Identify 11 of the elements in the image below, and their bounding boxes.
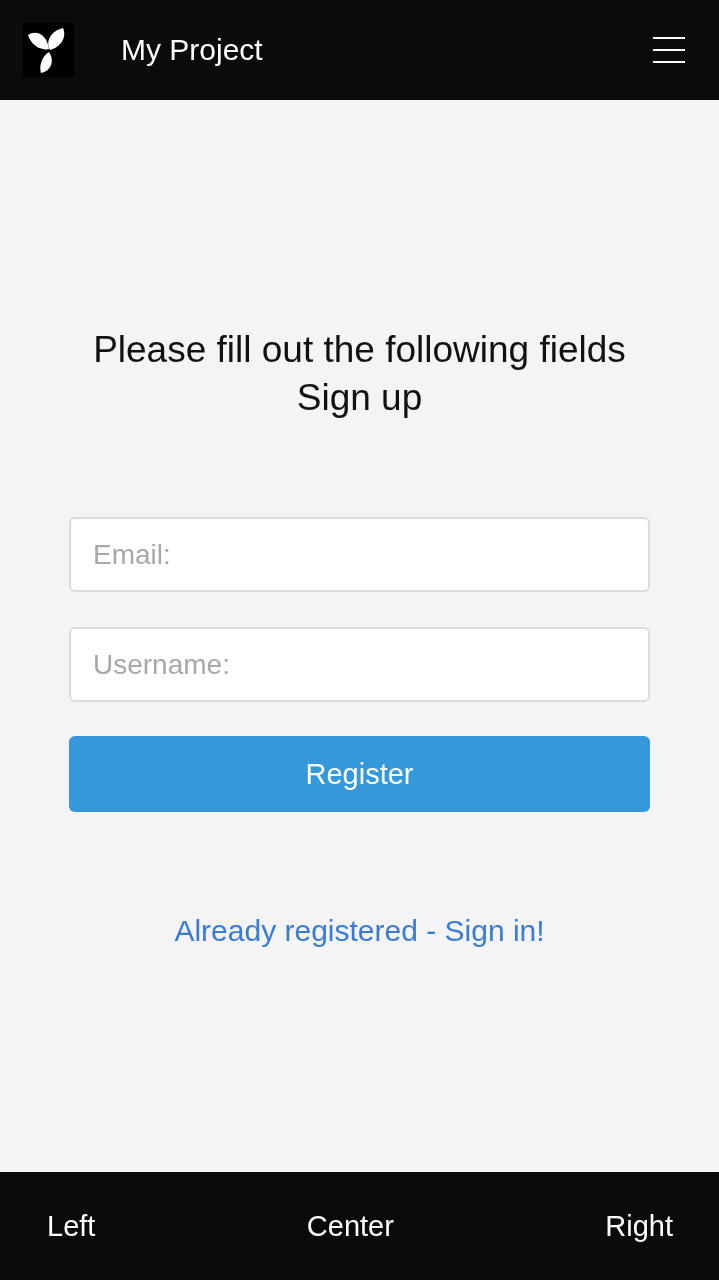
footer-link[interactable]: Right xyxy=(605,1209,673,1243)
app-title: My Project xyxy=(121,33,263,67)
input-field[interactable]: Username: xyxy=(69,627,650,702)
form-subheading: Sign up xyxy=(296,376,423,420)
input-field[interactable]: Email: xyxy=(69,517,650,592)
sign-in-link[interactable]: Already registered - Sign in! xyxy=(174,914,545,948)
footer-link[interactable]: Center xyxy=(306,1209,394,1243)
form-heading: Please fill out the following fields xyxy=(93,328,626,372)
leaf-logo-icon[interactable] xyxy=(23,23,74,77)
menu-icon[interactable] xyxy=(653,37,685,63)
footer-link[interactable]: Left xyxy=(47,1209,96,1243)
